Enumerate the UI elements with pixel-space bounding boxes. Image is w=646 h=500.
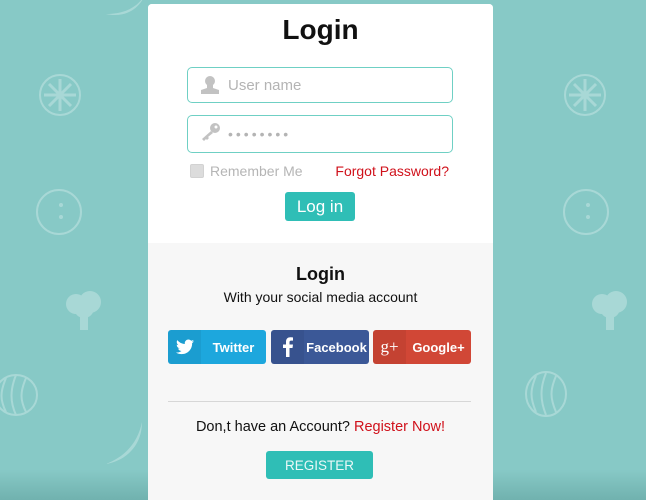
google-plus-icon: g+ xyxy=(373,330,406,364)
section-divider xyxy=(168,401,471,402)
background-crescent-icon xyxy=(104,422,144,466)
background-melon-icon xyxy=(522,370,570,418)
google-plus-login-button[interactable]: g+ Google+ xyxy=(373,330,471,364)
register-prompt: Don,t have an Account? Register Now! xyxy=(148,419,493,435)
password-field[interactable] xyxy=(187,115,453,153)
facebook-icon xyxy=(271,330,304,364)
facebook-label: Facebook xyxy=(306,339,367,355)
facebook-login-button[interactable]: Facebook xyxy=(271,330,369,364)
register-button[interactable]: REGISTER xyxy=(266,451,373,479)
remember-me-label: Remember Me xyxy=(210,163,303,179)
login-button[interactable]: Log in xyxy=(285,192,355,221)
username-field[interactable] xyxy=(187,67,453,103)
remember-me-checkbox[interactable] xyxy=(190,164,204,178)
username-input[interactable] xyxy=(228,68,443,102)
social-login-title: Login xyxy=(296,264,345,284)
social-login-subtitle: With your social media account xyxy=(223,289,418,305)
forgot-password-link[interactable]: Forgot Password? xyxy=(335,163,449,179)
login-title: Login xyxy=(282,14,359,45)
user-icon xyxy=(200,75,220,95)
google-plus-label: Google+ xyxy=(412,339,465,355)
background-broccoli-icon xyxy=(62,288,106,332)
twitter-icon xyxy=(168,330,201,364)
background-citrus-icon xyxy=(38,73,82,117)
register-prompt-text: Don,t have an Account? xyxy=(195,419,350,435)
background-melon-icon xyxy=(0,372,40,418)
background-fruit-icon xyxy=(561,187,611,237)
twitter-login-button[interactable]: Twitter xyxy=(168,330,266,364)
key-icon xyxy=(200,121,220,141)
remember-me[interactable]: Remember Me xyxy=(190,163,303,179)
login-card: Login Remember Me Forgot Password? Log i… xyxy=(148,4,493,500)
background-crescent-icon xyxy=(100,0,148,22)
twitter-label: Twitter xyxy=(212,339,255,355)
background-fruit-icon xyxy=(34,187,84,237)
password-input[interactable] xyxy=(228,116,443,152)
register-now-link[interactable]: Register Now! xyxy=(354,419,445,435)
background-broccoli-icon xyxy=(588,288,632,332)
background-citrus-icon xyxy=(563,73,607,117)
